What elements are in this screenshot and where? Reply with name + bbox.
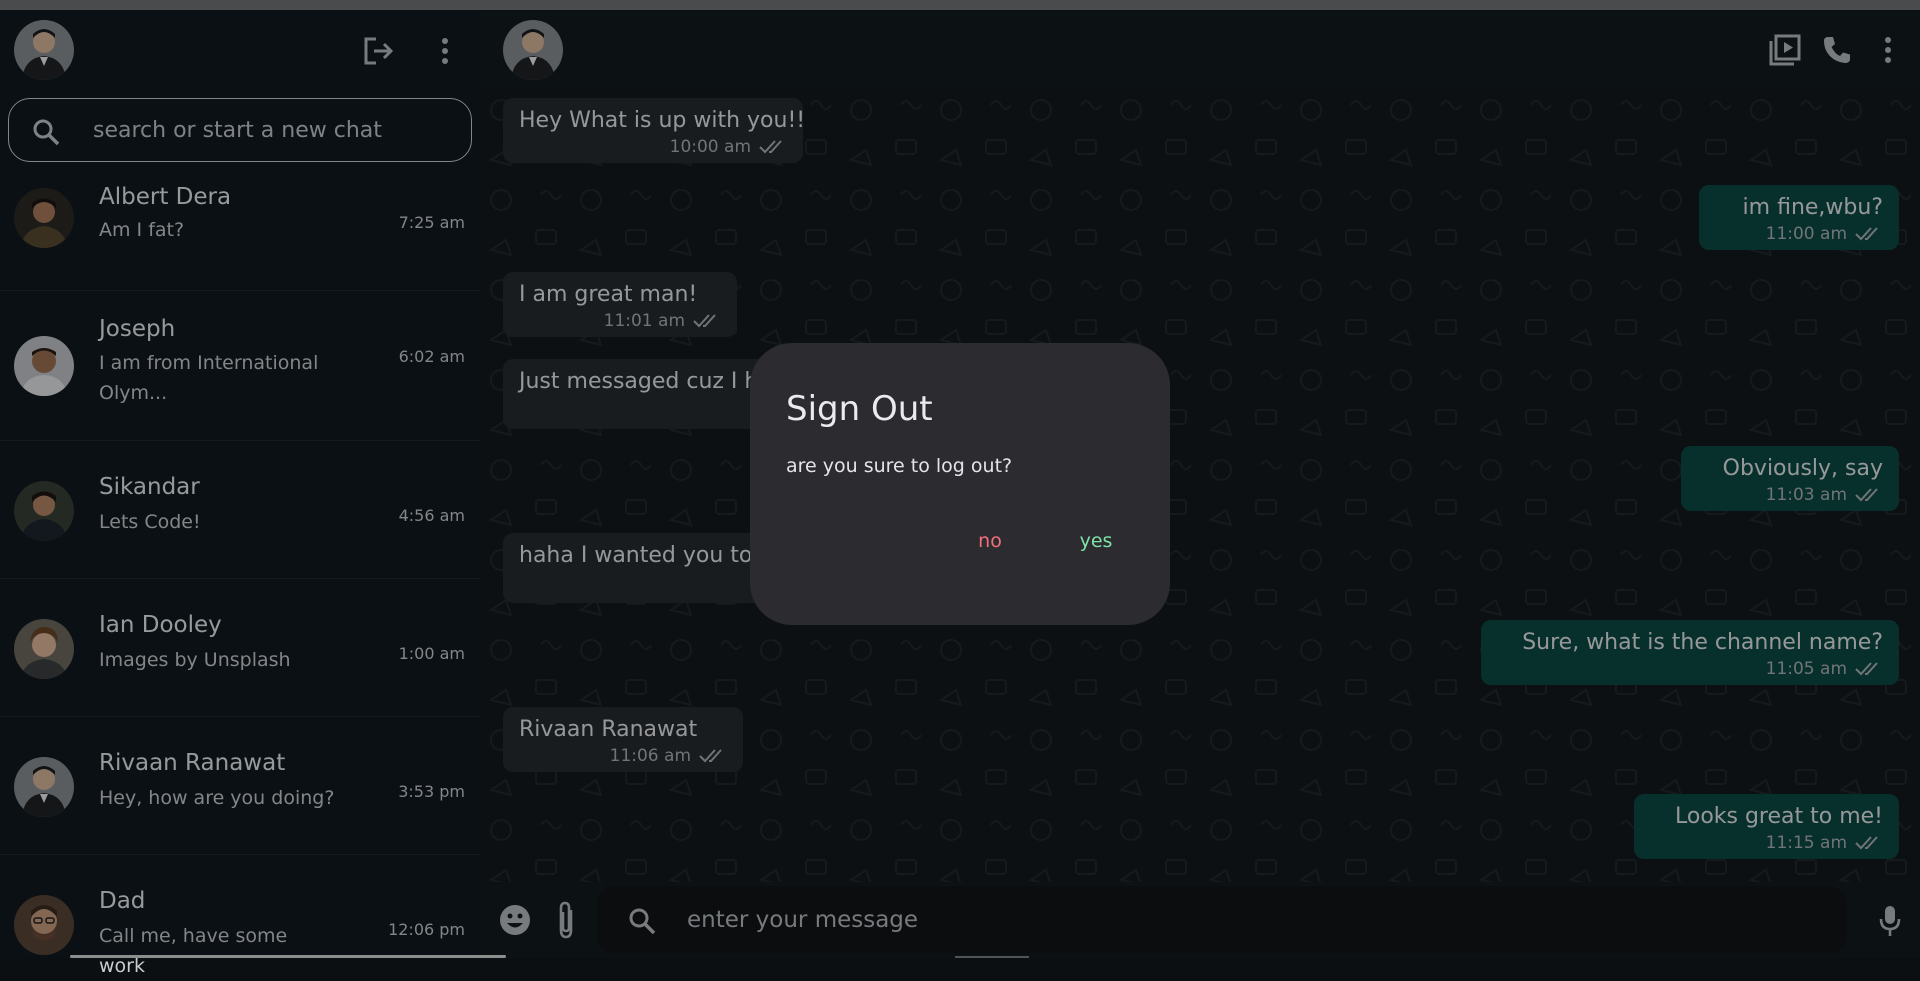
chat-app: Albert Dera Am I fat? 7:25 am Joseph I a… — [0, 10, 1920, 977]
sign-out-dialog: Sign Out are you sure to log out? no yes — [750, 343, 1170, 625]
dialog-message: are you sure to log out? — [786, 455, 1013, 477]
no-button[interactable]: no — [962, 523, 1018, 559]
dialog-title: Sign Out — [786, 389, 933, 429]
window-top-strip — [0, 0, 1920, 10]
yes-button[interactable]: yes — [1068, 523, 1124, 559]
